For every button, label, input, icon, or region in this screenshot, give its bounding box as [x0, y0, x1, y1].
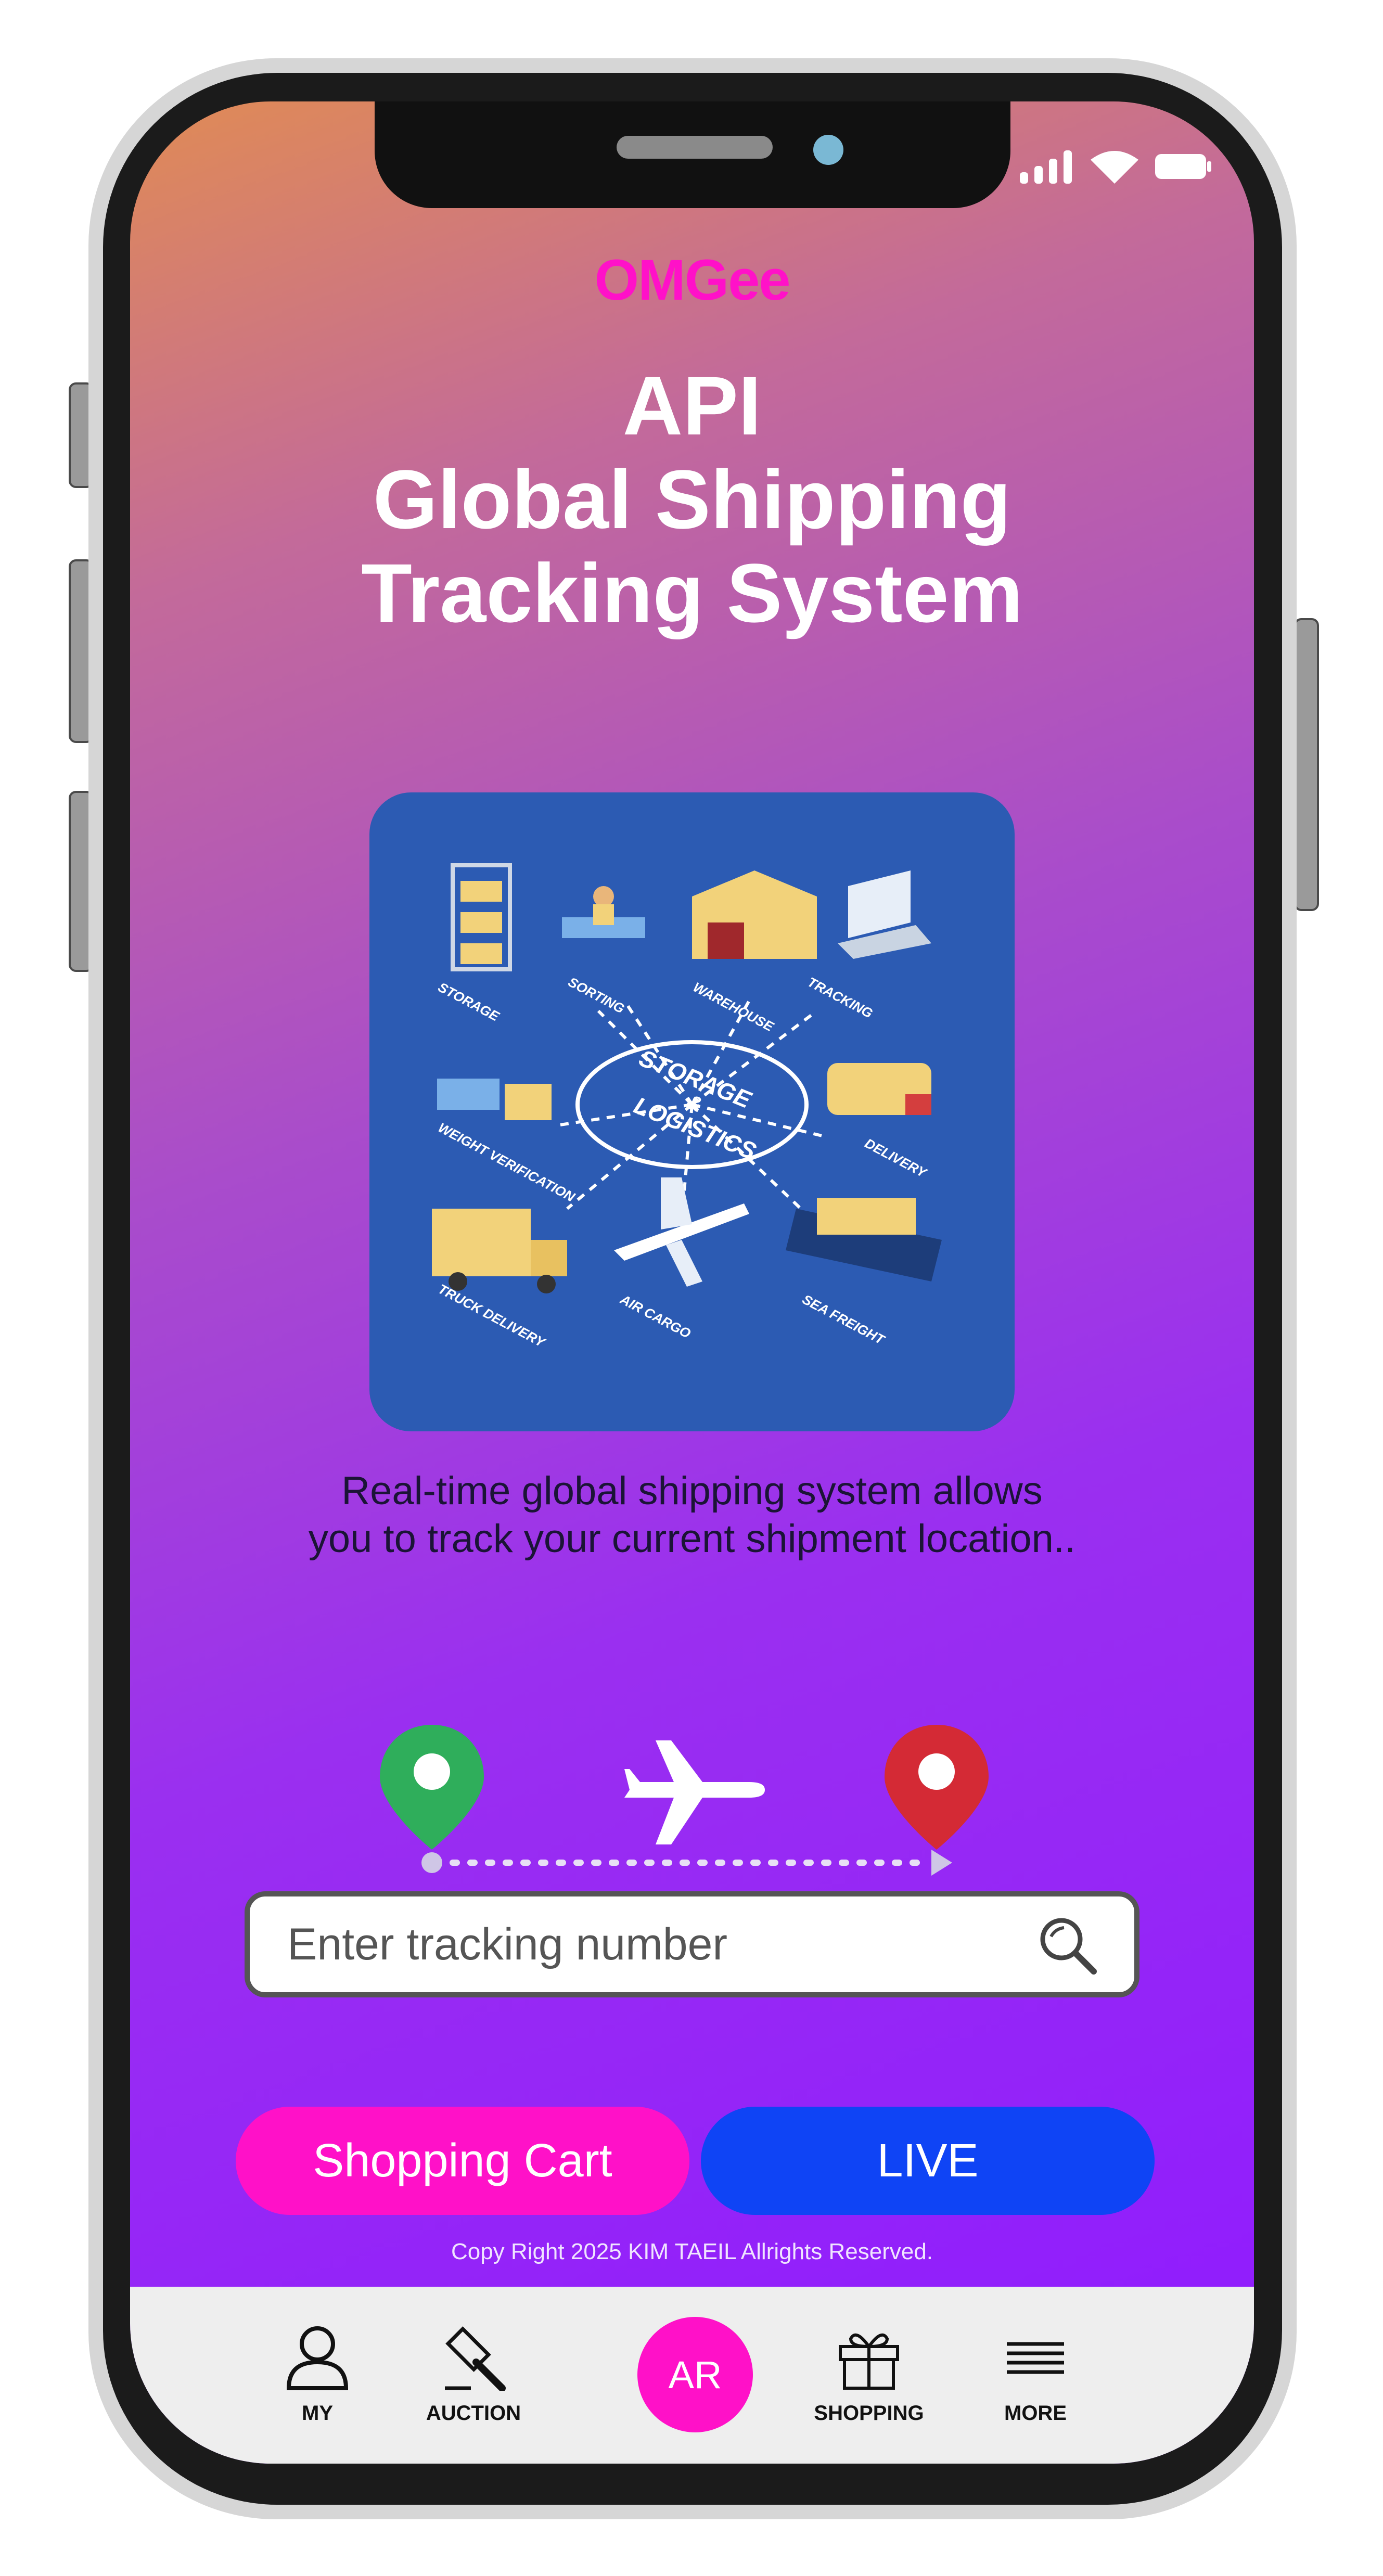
- destination-pin-icon: [885, 1725, 989, 1850]
- route-arrow-icon: [931, 1850, 952, 1876]
- airplane-route-icon: [624, 1740, 765, 1844]
- description: Real-time global shipping system allows …: [203, 1467, 1181, 1563]
- cargo-ship-icon: [786, 1198, 942, 1281]
- copyright-text: Copy Right 2025 KIM TAEIL Allrights Rese…: [451, 2239, 933, 2264]
- nav-label-more: MORE: [1004, 2402, 1067, 2425]
- title-line-1: API: [622, 359, 762, 452]
- delivery-van-icon: [827, 1063, 931, 1115]
- description-line-2: you to track your current shipment locat…: [308, 1517, 1076, 1561]
- label-storage: STORAGE: [436, 979, 502, 1024]
- label-sea-freight: SEA FREIGHT: [800, 1291, 888, 1348]
- gavel-icon: [445, 2326, 506, 2392]
- laptop-icon: [838, 870, 931, 959]
- battery-icon: [1155, 154, 1211, 179]
- speaker-grille: [617, 136, 773, 159]
- scale-icon: [437, 1079, 552, 1120]
- sorting-table-icon: [562, 886, 645, 938]
- front-camera: [813, 135, 843, 165]
- live-button[interactable]: LIVE: [701, 2107, 1155, 2215]
- label-truck-delivery: TRUCK DELIVERY: [436, 1281, 549, 1351]
- nav-item-my[interactable]: MY: [255, 2323, 380, 2425]
- label-warehouse: WAREHOUSE: [690, 979, 776, 1035]
- logistics-diagram: STORAGE & LOGISTICS STORAGE SORTING WARE…: [432, 863, 942, 1351]
- ar-button[interactable]: AR: [637, 2317, 753, 2432]
- notch: [375, 101, 1010, 208]
- status-bar: [1020, 149, 1212, 184]
- description-line-1: Real-time global shipping system allows: [341, 1469, 1043, 1513]
- airplane-icon: [614, 1177, 749, 1287]
- nav-item-auction[interactable]: AUCTION: [411, 2323, 536, 2425]
- label-air-cargo: AIR CARGO: [617, 1291, 693, 1341]
- nav-label-auction: AUCTION: [426, 2402, 521, 2425]
- title-line-2: Global Shipping: [373, 453, 1011, 546]
- storage-rack-icon: [451, 863, 512, 971]
- label-sorting: SORTING: [566, 974, 627, 1017]
- nav-item-shopping[interactable]: SHOPPING: [806, 2323, 931, 2425]
- label-weight-verification: WEIGHT VERIFICATION: [436, 1120, 578, 1205]
- power-button: [1294, 618, 1319, 911]
- warehouse-icon: [692, 870, 817, 959]
- tracking-number-input[interactable]: [286, 1918, 1035, 1971]
- signal-icon: [1020, 150, 1072, 184]
- label-tracking: TRACKING: [805, 974, 875, 1021]
- title-line-3: Tracking System: [361, 546, 1023, 639]
- origin-pin-icon: [380, 1725, 484, 1850]
- label-delivery: DELIVERY: [862, 1135, 930, 1182]
- page-title: API Global Shipping Tracking System: [130, 359, 1254, 640]
- app-logo: OMGee: [594, 248, 790, 312]
- nav-label-my: MY: [302, 2402, 333, 2425]
- bottom-nav: MY AUCTION AR SHOPPING MORE: [130, 2287, 1254, 2464]
- search-icon[interactable]: [1035, 1913, 1098, 1976]
- shipping-route: [380, 1720, 1004, 1876]
- phone-screen: OMGee API Global Shipping Tracking Syste…: [130, 101, 1254, 2464]
- tracking-search-bar: [245, 1891, 1139, 1997]
- route-start-dot: [421, 1852, 442, 1873]
- menu-icon: [1007, 2342, 1064, 2374]
- gift-icon: [839, 2333, 899, 2390]
- wifi-icon: [1091, 151, 1138, 184]
- nav-item-more[interactable]: MORE: [973, 2323, 1098, 2425]
- truck-icon: [432, 1209, 567, 1293]
- logistics-illustration: STORAGE & LOGISTICS STORAGE SORTING WARE…: [369, 792, 1015, 1431]
- user-icon: [286, 2326, 349, 2390]
- shopping-cart-button[interactable]: Shopping Cart: [236, 2107, 689, 2215]
- nav-label-shopping: SHOPPING: [814, 2402, 924, 2425]
